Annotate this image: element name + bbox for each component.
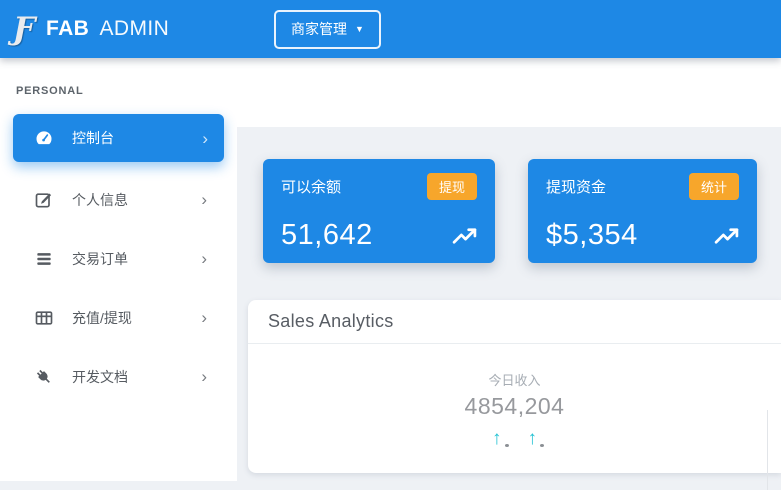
topbar: Ƒ FAB ADMIN 商家管理 ▼ xyxy=(0,0,781,58)
brand-logo[interactable]: Ƒ FAB ADMIN xyxy=(0,14,237,45)
hamburger-icon[interactable] xyxy=(251,25,255,33)
chevron-right-icon: › xyxy=(202,130,208,147)
up-arrow-icon: ↑ xyxy=(528,429,538,448)
stat-cards-row: 可以余额 提现 51,642 提现资金 统计 $5,354 xyxy=(237,127,781,263)
brand-title-light: ADMIN xyxy=(99,17,169,40)
sidebar-item-dashboard[interactable]: 控制台 › xyxy=(13,114,224,162)
withdraw-funds-card-title: 提现资金 xyxy=(546,173,606,197)
table-icon xyxy=(34,308,54,328)
balance-card-title: 可以余额 xyxy=(281,173,341,197)
withdraw-funds-card: 提现资金 统计 $5,354 xyxy=(528,159,757,263)
merchant-menu-button[interactable]: 商家管理 ▼ xyxy=(274,10,381,49)
sidebar-item-label: 开发文档 xyxy=(72,367,128,387)
withdraw-badge-button[interactable]: 提现 xyxy=(427,173,477,200)
sidebar-item-profile[interactable]: 个人信息 › xyxy=(0,170,237,229)
trending-up-icon xyxy=(452,225,477,250)
sidebar-item-label: 控制台 xyxy=(72,128,114,148)
edit-icon xyxy=(34,190,54,210)
sidebar-item-label: 充值/提现 xyxy=(72,308,132,328)
sidebar-item-label: 交易订单 xyxy=(72,249,128,269)
sidebar-item-orders[interactable]: 交易订单 › xyxy=(0,229,237,288)
sidebar: PERSONAL 控制台 › 个人信息 › 交易订单 › xyxy=(0,58,237,481)
statistics-badge-button[interactable]: 统计 xyxy=(689,173,739,200)
trending-up-icon xyxy=(714,225,739,250)
sidebar-nav: 控制台 › 个人信息 › 交易订单 › 充值/提现 › xyxy=(0,114,237,406)
sidebar-item-docs[interactable]: 开发文档 › xyxy=(0,347,237,406)
content-header-strip xyxy=(237,58,781,127)
up-arrow-icon: ↑ xyxy=(492,429,502,448)
today-income-stat: 今日收入 4854,204 ↑ ↑ xyxy=(248,370,781,448)
withdraw-funds-value: $5,354 xyxy=(546,221,638,250)
chevron-right-icon: › xyxy=(201,191,207,208)
merchant-menu-label: 商家管理 xyxy=(291,19,347,39)
brand-title: FAB ADMIN xyxy=(46,17,169,41)
list-icon xyxy=(34,249,54,269)
today-income-label: 今日收入 xyxy=(248,370,781,389)
chevron-right-icon: › xyxy=(201,368,207,385)
sales-analytics-body: 今日收入 4854,204 ↑ ↑ xyxy=(248,344,781,473)
balance-value: 51,642 xyxy=(281,221,373,250)
brand-title-bold: FAB xyxy=(46,17,89,40)
chevron-right-icon: › xyxy=(201,309,207,326)
sidebar-item-label: 个人信息 xyxy=(72,190,128,210)
plug-icon xyxy=(34,367,54,387)
today-income-value: 4854,204 xyxy=(248,393,781,420)
caret-down-icon: ▼ xyxy=(355,25,364,34)
main-content: 可以余额 提现 51,642 提现资金 统计 $5,354 xyxy=(237,58,781,481)
speedometer-icon xyxy=(34,128,54,148)
sales-analytics-title: Sales Analytics xyxy=(248,300,781,344)
fab-logo-icon: Ƒ xyxy=(13,14,35,45)
sidebar-item-recharge-withdraw[interactable]: 充值/提现 › xyxy=(0,288,237,347)
sidebar-section-label: PERSONAL xyxy=(0,58,237,97)
balance-card: 可以余额 提现 51,642 xyxy=(263,159,495,263)
chart-divider-line xyxy=(767,410,768,490)
trend-arrows: ↑ ↑ xyxy=(248,429,781,448)
chevron-right-icon: › xyxy=(201,250,207,267)
sales-analytics-card: Sales Analytics 今日收入 4854,204 ↑ ↑ xyxy=(248,300,781,473)
